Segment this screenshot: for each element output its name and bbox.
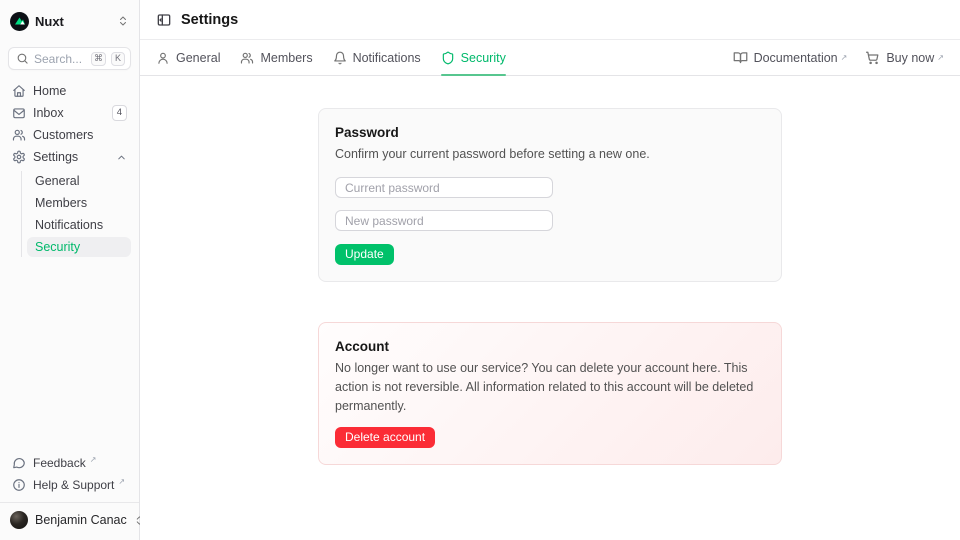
- gear-icon: [12, 150, 26, 164]
- shield-icon: [441, 51, 455, 65]
- tab-members[interactable]: Members: [240, 40, 312, 75]
- page-title: Settings: [181, 12, 238, 28]
- user-icon: [156, 51, 170, 65]
- tab-label: Members: [260, 51, 312, 65]
- account-card: Account No longer want to use our servic…: [318, 322, 782, 465]
- tab-notifications[interactable]: Notifications: [333, 40, 421, 75]
- sidebar-item-inbox[interactable]: Inbox 4: [8, 103, 131, 123]
- external-link-icon: ↗: [90, 455, 97, 464]
- sidebar-divider: [0, 502, 139, 503]
- avatar: [10, 511, 28, 529]
- account-card-title: Account: [335, 339, 765, 354]
- documentation-link[interactable]: Documentation ↗: [733, 50, 848, 65]
- tabs: General Members Notifications Security: [156, 40, 506, 75]
- tab-security[interactable]: Security: [441, 40, 506, 75]
- sub-item-label: General: [35, 174, 79, 188]
- sidebar-item-settings-security[interactable]: Security: [27, 237, 131, 257]
- new-password-input[interactable]: [335, 210, 553, 231]
- tab-general[interactable]: General: [156, 40, 220, 75]
- sidebar-item-label: Customers: [33, 128, 127, 142]
- search-input[interactable]: Search... ⌘ K: [8, 47, 131, 70]
- tab-label: General: [176, 51, 220, 65]
- account-card-description: No longer want to use our service? You c…: [335, 359, 765, 416]
- sidebar-nav: Home Inbox 4 Customers Settings Gene: [8, 81, 131, 257]
- password-card-title: Password: [335, 125, 765, 140]
- sub-item-label: Security: [35, 240, 80, 254]
- workspace-switcher[interactable]: Nuxt: [8, 8, 131, 34]
- content-area: Password Confirm your current password b…: [140, 76, 960, 540]
- bell-icon: [333, 51, 347, 65]
- main-panel: Settings General Members Notifications: [140, 0, 960, 540]
- external-link-icon: ↗: [841, 53, 848, 62]
- buy-now-label: Buy now: [886, 51, 934, 65]
- home-icon: [12, 84, 26, 98]
- sub-item-label: Notifications: [35, 218, 103, 232]
- kbd-k: K: [111, 52, 125, 66]
- sidebar-item-settings-members[interactable]: Members: [27, 193, 131, 213]
- tab-label: Notifications: [353, 51, 421, 65]
- app-window: Nuxt Search... ⌘ K Home Inbox 4: [0, 0, 960, 540]
- inbox-icon: [12, 106, 26, 120]
- chevrons-up-down-icon: [117, 15, 129, 27]
- help-support-label: Help & Support: [33, 478, 114, 492]
- current-password-input[interactable]: [335, 177, 553, 198]
- toolbar-links: Documentation ↗ Buy now ↗: [733, 50, 944, 65]
- user-menu[interactable]: Benjamin Canac: [8, 508, 131, 532]
- sidebar-item-label: Settings: [33, 150, 109, 164]
- tabsbar: General Members Notifications Security: [140, 40, 960, 76]
- sub-item-label: Members: [35, 196, 87, 210]
- sidebar-item-settings[interactable]: Settings: [8, 147, 131, 167]
- users-icon: [240, 51, 254, 65]
- search-icon: [16, 52, 29, 65]
- help-support-link[interactable]: Help & Support ↗: [8, 474, 131, 496]
- feedback-link[interactable]: Feedback ↗: [8, 452, 131, 474]
- sidebar-item-customers[interactable]: Customers: [8, 125, 131, 145]
- sidebar: Nuxt Search... ⌘ K Home Inbox 4: [0, 0, 140, 540]
- book-open-icon: [733, 50, 748, 65]
- info-circle-icon: [12, 478, 26, 492]
- update-button[interactable]: Update: [335, 244, 394, 265]
- workspace-name: Nuxt: [35, 14, 111, 29]
- buy-now-link[interactable]: Buy now ↗: [865, 50, 944, 65]
- inbox-count-badge: 4: [112, 105, 127, 120]
- sidebar-item-label: Inbox: [33, 106, 105, 120]
- sidebar-collapse-button[interactable]: [156, 12, 172, 28]
- titlebar: Settings: [140, 0, 960, 40]
- sidebar-spacer: [8, 257, 131, 452]
- external-link-icon: ↗: [118, 477, 125, 486]
- settings-sub-list: General Members Notifications Security: [21, 171, 131, 257]
- nuxt-logo-icon: [10, 12, 29, 31]
- documentation-label: Documentation: [754, 51, 838, 65]
- sidebar-item-home[interactable]: Home: [8, 81, 131, 101]
- sidebar-item-settings-notifications[interactable]: Notifications: [27, 215, 131, 235]
- password-card: Password Confirm your current password b…: [318, 108, 782, 282]
- kbd-meta: ⌘: [91, 52, 106, 66]
- chevron-up-icon: [116, 152, 127, 163]
- sidebar-item-settings-general[interactable]: General: [27, 171, 131, 191]
- delete-account-button[interactable]: Delete account: [335, 427, 435, 448]
- panel-left-close-icon: [156, 12, 172, 28]
- search-placeholder: Search...: [34, 52, 86, 66]
- tab-label: Security: [461, 51, 506, 65]
- password-card-description: Confirm your current password before set…: [335, 145, 765, 164]
- shopping-cart-icon: [865, 50, 880, 65]
- user-name: Benjamin Canac: [35, 513, 127, 527]
- sidebar-item-label: Home: [33, 84, 127, 98]
- chat-bubble-icon: [12, 456, 26, 470]
- feedback-label: Feedback: [33, 456, 86, 470]
- users-icon: [12, 128, 26, 142]
- external-link-icon: ↗: [937, 53, 944, 62]
